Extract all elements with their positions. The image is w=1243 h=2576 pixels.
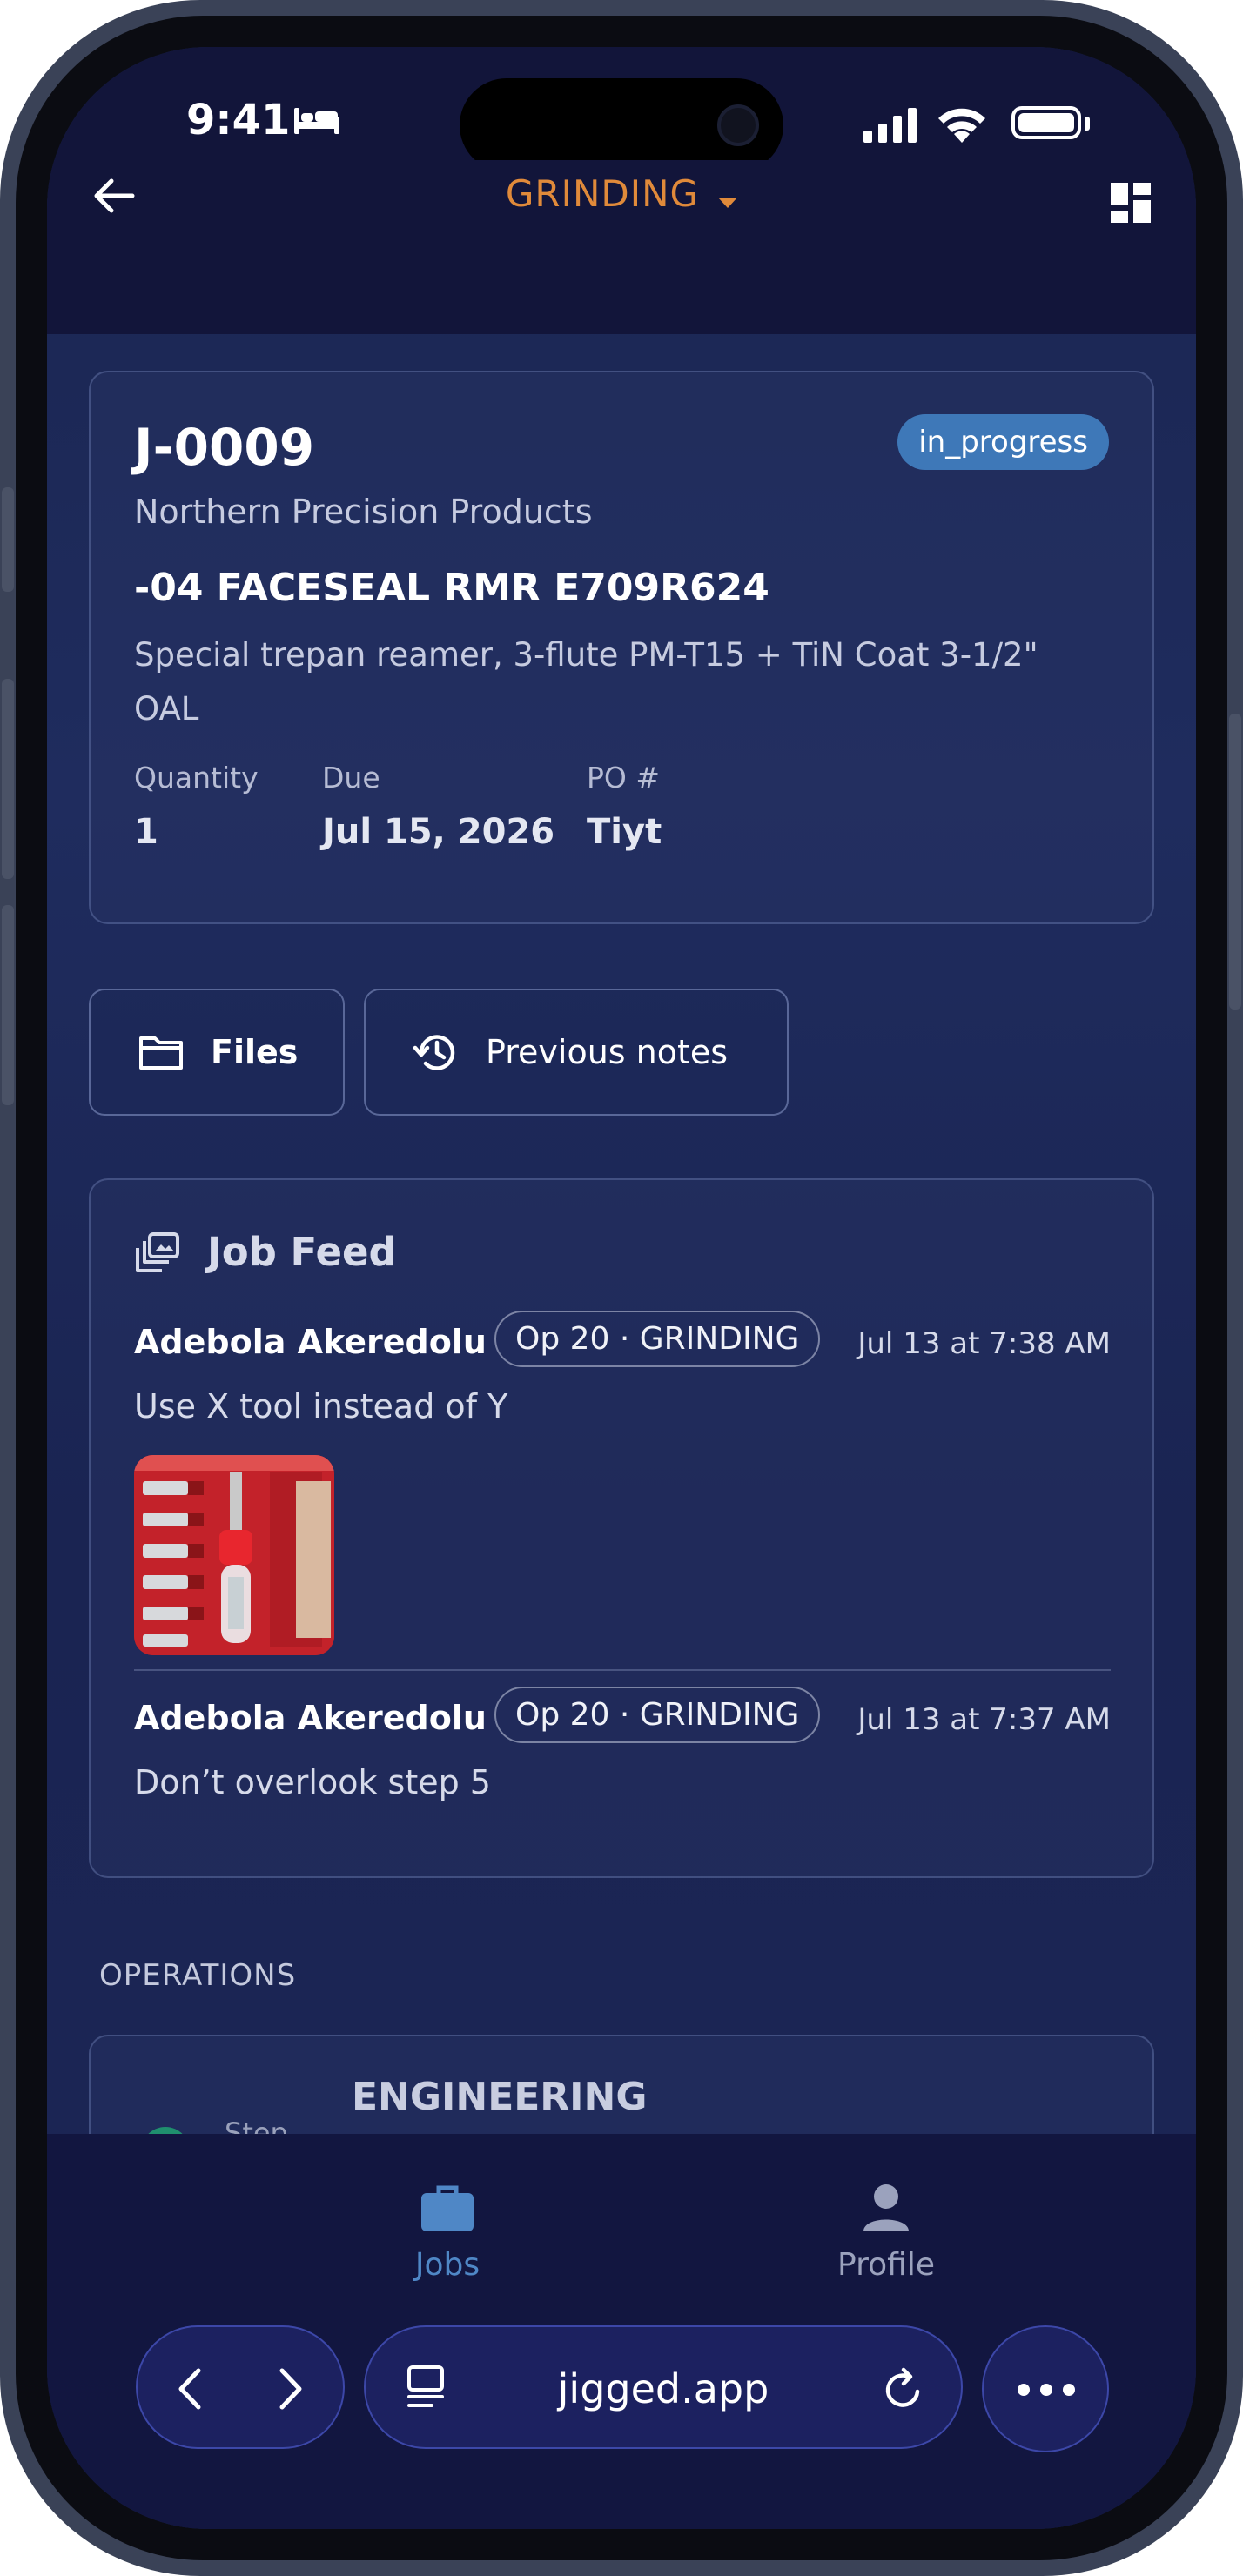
meta-value: Jul 15, 2026 <box>322 812 555 852</box>
dynamic-island <box>460 78 783 172</box>
sleep-focus-icon <box>294 108 339 134</box>
volume-down-button <box>2 905 14 1105</box>
files-button[interactable]: Files <box>89 989 345 1116</box>
power-button <box>1229 714 1241 1010</box>
browser-back-icon[interactable] <box>169 2365 212 2412</box>
briefcase-icon <box>421 2185 474 2231</box>
status-bar: 9:41 <box>47 47 1196 172</box>
wifi-icon <box>938 108 985 143</box>
status-time: 9:41 <box>186 96 291 144</box>
job-feed-title: Job Feed <box>207 1229 397 1275</box>
previous-notes-button[interactable]: Previous notes <box>364 989 789 1116</box>
entry-text: Don’t overlook step 5 <box>134 1763 491 1801</box>
entry-timestamp: Jul 13 at 7:37 AM <box>857 1702 1111 1737</box>
entry-author: Adebola Akeredolu <box>134 1323 487 1361</box>
status-badge: in_progress <box>897 414 1109 470</box>
entry-author: Adebola Akeredolu <box>134 1699 487 1737</box>
chevron-down-icon <box>718 197 738 208</box>
mute-switch <box>2 487 14 592</box>
operation-chip: Op 20 · GRINDING <box>494 1311 821 1367</box>
screen: 9:41 GRINDING J-0009 in_progress Norther… <box>47 47 1196 2529</box>
job-feed-header: Job Feed <box>134 1229 397 1275</box>
meta-label: PO # <box>587 761 661 795</box>
part-number: -04 FACESEAL RMR E709R624 <box>134 566 769 610</box>
attachment-image[interactable] <box>134 1455 334 1655</box>
feed-icon <box>136 1231 179 1272</box>
part-description: Special trepan reamer, 3-flute PM-T15 + … <box>134 636 1038 728</box>
ellipsis-icon <box>1018 2384 1075 2396</box>
job-id: J-0009 <box>134 418 315 477</box>
browser-nav-group <box>136 2325 345 2449</box>
meta-po: PO # Tiyt <box>587 761 662 852</box>
camera-icon <box>717 104 759 146</box>
tab-profile-label: Profile <box>837 2247 935 2283</box>
meta-value: Tiyt <box>587 812 662 852</box>
files-label: Files <box>211 1033 299 1071</box>
previous-notes-label: Previous notes <box>486 1033 729 1071</box>
meta-due: Due Jul 15, 2026 <box>322 761 554 852</box>
operation-chip: Op 20 · GRINDING <box>494 1687 821 1743</box>
customer-name: Northern Precision Products <box>134 493 593 531</box>
url-text: jigged.app <box>557 2365 769 2412</box>
operation-name: ENGINEERING <box>352 2075 648 2119</box>
person-icon <box>863 2184 909 2231</box>
dashboard-icon[interactable] <box>1109 181 1152 225</box>
battery-icon <box>1011 106 1081 139</box>
reload-icon[interactable] <box>879 2365 926 2412</box>
phone-frame: 9:41 GRINDING J-0009 in_progress Norther… <box>0 0 1243 2576</box>
meta-value: 1 <box>134 812 158 852</box>
meta-quantity: Quantity 1 <box>134 761 259 852</box>
job-feed-card: Job Feed Adebola Akeredolu Op 20 · GRIND… <box>89 1178 1154 1878</box>
history-icon <box>413 1035 455 1070</box>
folder-icon <box>139 1036 183 1070</box>
page-title: GRINDING <box>505 172 700 215</box>
entry-text: Use X tool instead of Y <box>134 1387 508 1426</box>
tab-jobs[interactable]: Jobs <box>334 2183 561 2283</box>
more-options-button[interactable] <box>982 2325 1109 2452</box>
meta-label: Quantity <box>134 761 259 795</box>
meta-label: Due <box>322 761 380 795</box>
job-summary-card: J-0009 in_progress Northern Precision Pr… <box>89 371 1154 924</box>
volume-up-button <box>2 679 14 879</box>
tool-kit-photo <box>134 1455 334 1655</box>
operation-selector[interactable]: GRINDING <box>47 172 1196 215</box>
tab-profile[interactable]: Profile <box>773 2183 999 2283</box>
tab-jobs-label: Jobs <box>414 2247 480 2283</box>
entry-timestamp: Jul 13 at 7:38 AM <box>857 1326 1111 1361</box>
url-bar[interactable]: jigged.app <box>364 2325 963 2449</box>
feed-divider <box>134 1669 1111 1671</box>
cellular-signal-icon <box>863 108 917 143</box>
operations-section-label: OPERATIONS <box>99 1958 297 1993</box>
browser-forward-icon[interactable] <box>268 2365 312 2412</box>
battery-tip <box>1085 117 1090 131</box>
